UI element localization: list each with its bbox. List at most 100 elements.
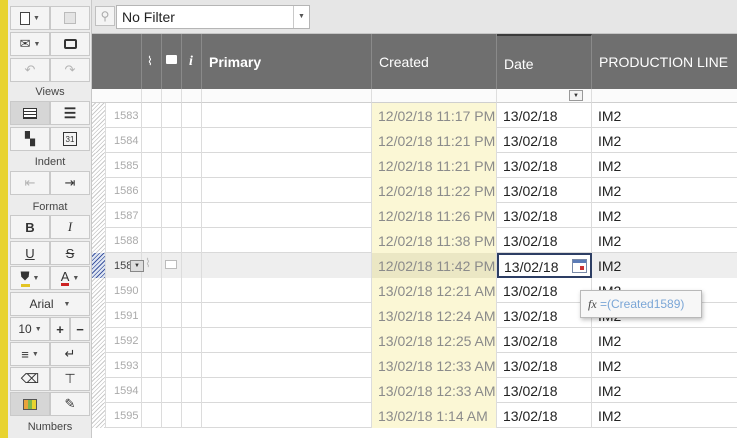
comment-icon[interactable] — [165, 260, 177, 269]
comment-cell[interactable] — [162, 153, 182, 178]
date-cell[interactable]: 13/02/18 — [497, 228, 592, 253]
created-cell[interactable]: 12/02/18 11:21 PM — [372, 128, 497, 153]
email-button[interactable]: ✉ ▼ — [10, 32, 50, 56]
row-drag-handle[interactable] — [92, 153, 106, 178]
strikethrough-button[interactable]: S — [50, 241, 90, 265]
new-sheet-button[interactable]: ▼ — [10, 6, 50, 30]
clear-format-button[interactable]: ⌫ — [10, 367, 50, 391]
date-cell[interactable]: 13/02/18 — [497, 353, 592, 378]
underline-button[interactable]: U — [10, 241, 50, 265]
created-cell[interactable]: 12/02/18 11:38 PM — [372, 228, 497, 253]
align-button[interactable]: ≡ ▼ — [10, 342, 50, 366]
primary-cell[interactable] — [202, 353, 372, 378]
conditional-format-button[interactable] — [10, 392, 50, 416]
card-view-button[interactable]: ▚ — [10, 127, 50, 151]
filter-icon[interactable]: ⚲ — [95, 6, 115, 26]
redo-button[interactable]: ↷ — [50, 58, 90, 82]
table-row[interactable]: 1585 12/02/18 11:21 PM 13/02/18 IM2 — [92, 153, 737, 178]
table-row[interactable]: 1583 12/02/18 11:17 PM 13/02/18 IM2 — [92, 103, 737, 128]
highlight-changes-button[interactable]: ✎ — [50, 392, 90, 416]
table-row[interactable]: 1586 12/02/18 11:22 PM 13/02/18 IM2 — [92, 178, 737, 203]
comment-cell[interactable] — [162, 378, 182, 403]
table-row[interactable]: 1587 12/02/18 11:26 PM 13/02/18 IM2 — [92, 203, 737, 228]
created-cell[interactable]: 12/02/18 11:17 PM — [372, 103, 497, 128]
bold-button[interactable]: B — [10, 215, 50, 239]
row-drag-handle[interactable] — [92, 103, 106, 128]
table-row[interactable]: 1588 12/02/18 11:38 PM 13/02/18 IM2 — [92, 228, 737, 253]
filter-select[interactable]: No Filter ▼ — [116, 5, 310, 29]
date-cell[interactable]: 13/02/18 — [497, 128, 592, 153]
row-drag-handle[interactable] — [92, 403, 106, 428]
increase-font-button[interactable]: + — [50, 317, 70, 341]
outdent-button[interactable]: ⇤ — [10, 171, 50, 195]
date-cell[interactable]: 13/02/18 — [497, 378, 592, 403]
attachment-cell[interactable] — [142, 353, 162, 378]
created-cell[interactable]: 12/02/18 11:26 PM — [372, 203, 497, 228]
primary-cell[interactable] — [202, 228, 372, 253]
table-row[interactable]: 1593 13/02/18 12:33 AM 13/02/18 IM2 — [92, 353, 737, 378]
attachment-cell[interactable] — [142, 203, 162, 228]
production-line-cell[interactable]: IM2 — [592, 253, 737, 278]
chevron-down-icon[interactable]: ▼ — [293, 6, 309, 28]
primary-cell[interactable] — [202, 378, 372, 403]
comment-cell[interactable] — [162, 278, 182, 303]
primary-cell[interactable] — [202, 403, 372, 428]
comments-header[interactable] — [162, 34, 182, 89]
created-cell[interactable]: 13/02/18 12:21 AM — [372, 278, 497, 303]
comment-cell[interactable] — [162, 303, 182, 328]
column-header-date[interactable]: Date — [497, 34, 592, 89]
comment-cell[interactable] — [162, 128, 182, 153]
attachment-cell[interactable] — [142, 303, 162, 328]
date-cell[interactable]: 13/02/18 — [497, 203, 592, 228]
fill-color-button[interactable]: ⛊ ▼ — [10, 266, 50, 290]
attachment-cell[interactable] — [142, 228, 162, 253]
primary-cell[interactable] — [202, 328, 372, 353]
italic-button[interactable]: I — [50, 215, 90, 239]
table-row[interactable]: 1592 13/02/18 12:25 AM 13/02/18 IM2 — [92, 328, 737, 353]
created-cell[interactable]: 13/02/18 1:14 AM — [372, 403, 497, 428]
save-button[interactable] — [50, 6, 90, 30]
row-menu-button[interactable]: ▼ — [130, 260, 144, 272]
column-menu-dropdown[interactable]: ▼ — [569, 90, 583, 101]
row-drag-handle[interactable] — [92, 353, 106, 378]
created-cell[interactable]: 13/02/18 12:33 AM — [372, 378, 497, 403]
grid-view-button[interactable] — [10, 101, 50, 125]
row-drag-handle[interactable] — [92, 228, 106, 253]
attachment-cell[interactable] — [142, 378, 162, 403]
active-date-cell[interactable]: 13/02/18 — [497, 253, 592, 278]
comment-cell[interactable] — [162, 178, 182, 203]
created-cell[interactable]: 12/02/18 11:42 PM — [372, 253, 497, 278]
comment-cell[interactable] — [162, 103, 182, 128]
attachment-cell[interactable] — [142, 328, 162, 353]
created-cell[interactable]: 13/02/18 12:24 AM — [372, 303, 497, 328]
primary-cell[interactable] — [202, 253, 372, 278]
attachment-cell[interactable] — [142, 153, 162, 178]
table-row[interactable]: 1589 ⌇ 12/02/18 11:42 PM IM2 ▼ 13/02/18 — [92, 253, 737, 278]
primary-cell[interactable] — [202, 203, 372, 228]
row-drag-handle[interactable] — [92, 253, 106, 278]
format-painter-button[interactable]: ⊤ — [50, 367, 90, 391]
date-cell[interactable]: 13/02/18 — [497, 178, 592, 203]
comment-cell[interactable] — [162, 403, 182, 428]
table-row[interactable]: 1594 13/02/18 12:33 AM 13/02/18 IM2 — [92, 378, 737, 403]
primary-cell[interactable] — [202, 178, 372, 203]
font-family-select[interactable]: Arial ▼ — [10, 292, 90, 316]
production-line-cell[interactable]: IM2 — [592, 203, 737, 228]
date-cell[interactable]: 13/02/18 — [497, 303, 592, 328]
gantt-view-button[interactable]: ☰ — [50, 101, 90, 125]
paperclip-icon[interactable]: ⌇ — [145, 256, 151, 270]
attachment-cell[interactable] — [142, 178, 162, 203]
attachment-cell[interactable] — [142, 103, 162, 128]
column-header-primary[interactable]: Primary — [202, 34, 372, 89]
attachment-cell[interactable] — [142, 278, 162, 303]
production-line-cell[interactable]: IM2 — [592, 153, 737, 178]
production-line-cell[interactable]: IM2 — [592, 378, 737, 403]
date-cell[interactable]: 13/02/18 — [497, 278, 592, 303]
created-cell[interactable]: 13/02/18 12:33 AM — [372, 353, 497, 378]
production-line-cell[interactable]: IM2 — [592, 228, 737, 253]
column-header-production-line[interactable]: PRODUCTION LINE — [592, 34, 737, 89]
column-header-created[interactable]: Created — [372, 34, 497, 89]
date-cell[interactable]: 13/02/18 — [497, 153, 592, 178]
info-header[interactable]: i — [182, 34, 202, 89]
created-cell[interactable]: 12/02/18 11:21 PM — [372, 153, 497, 178]
